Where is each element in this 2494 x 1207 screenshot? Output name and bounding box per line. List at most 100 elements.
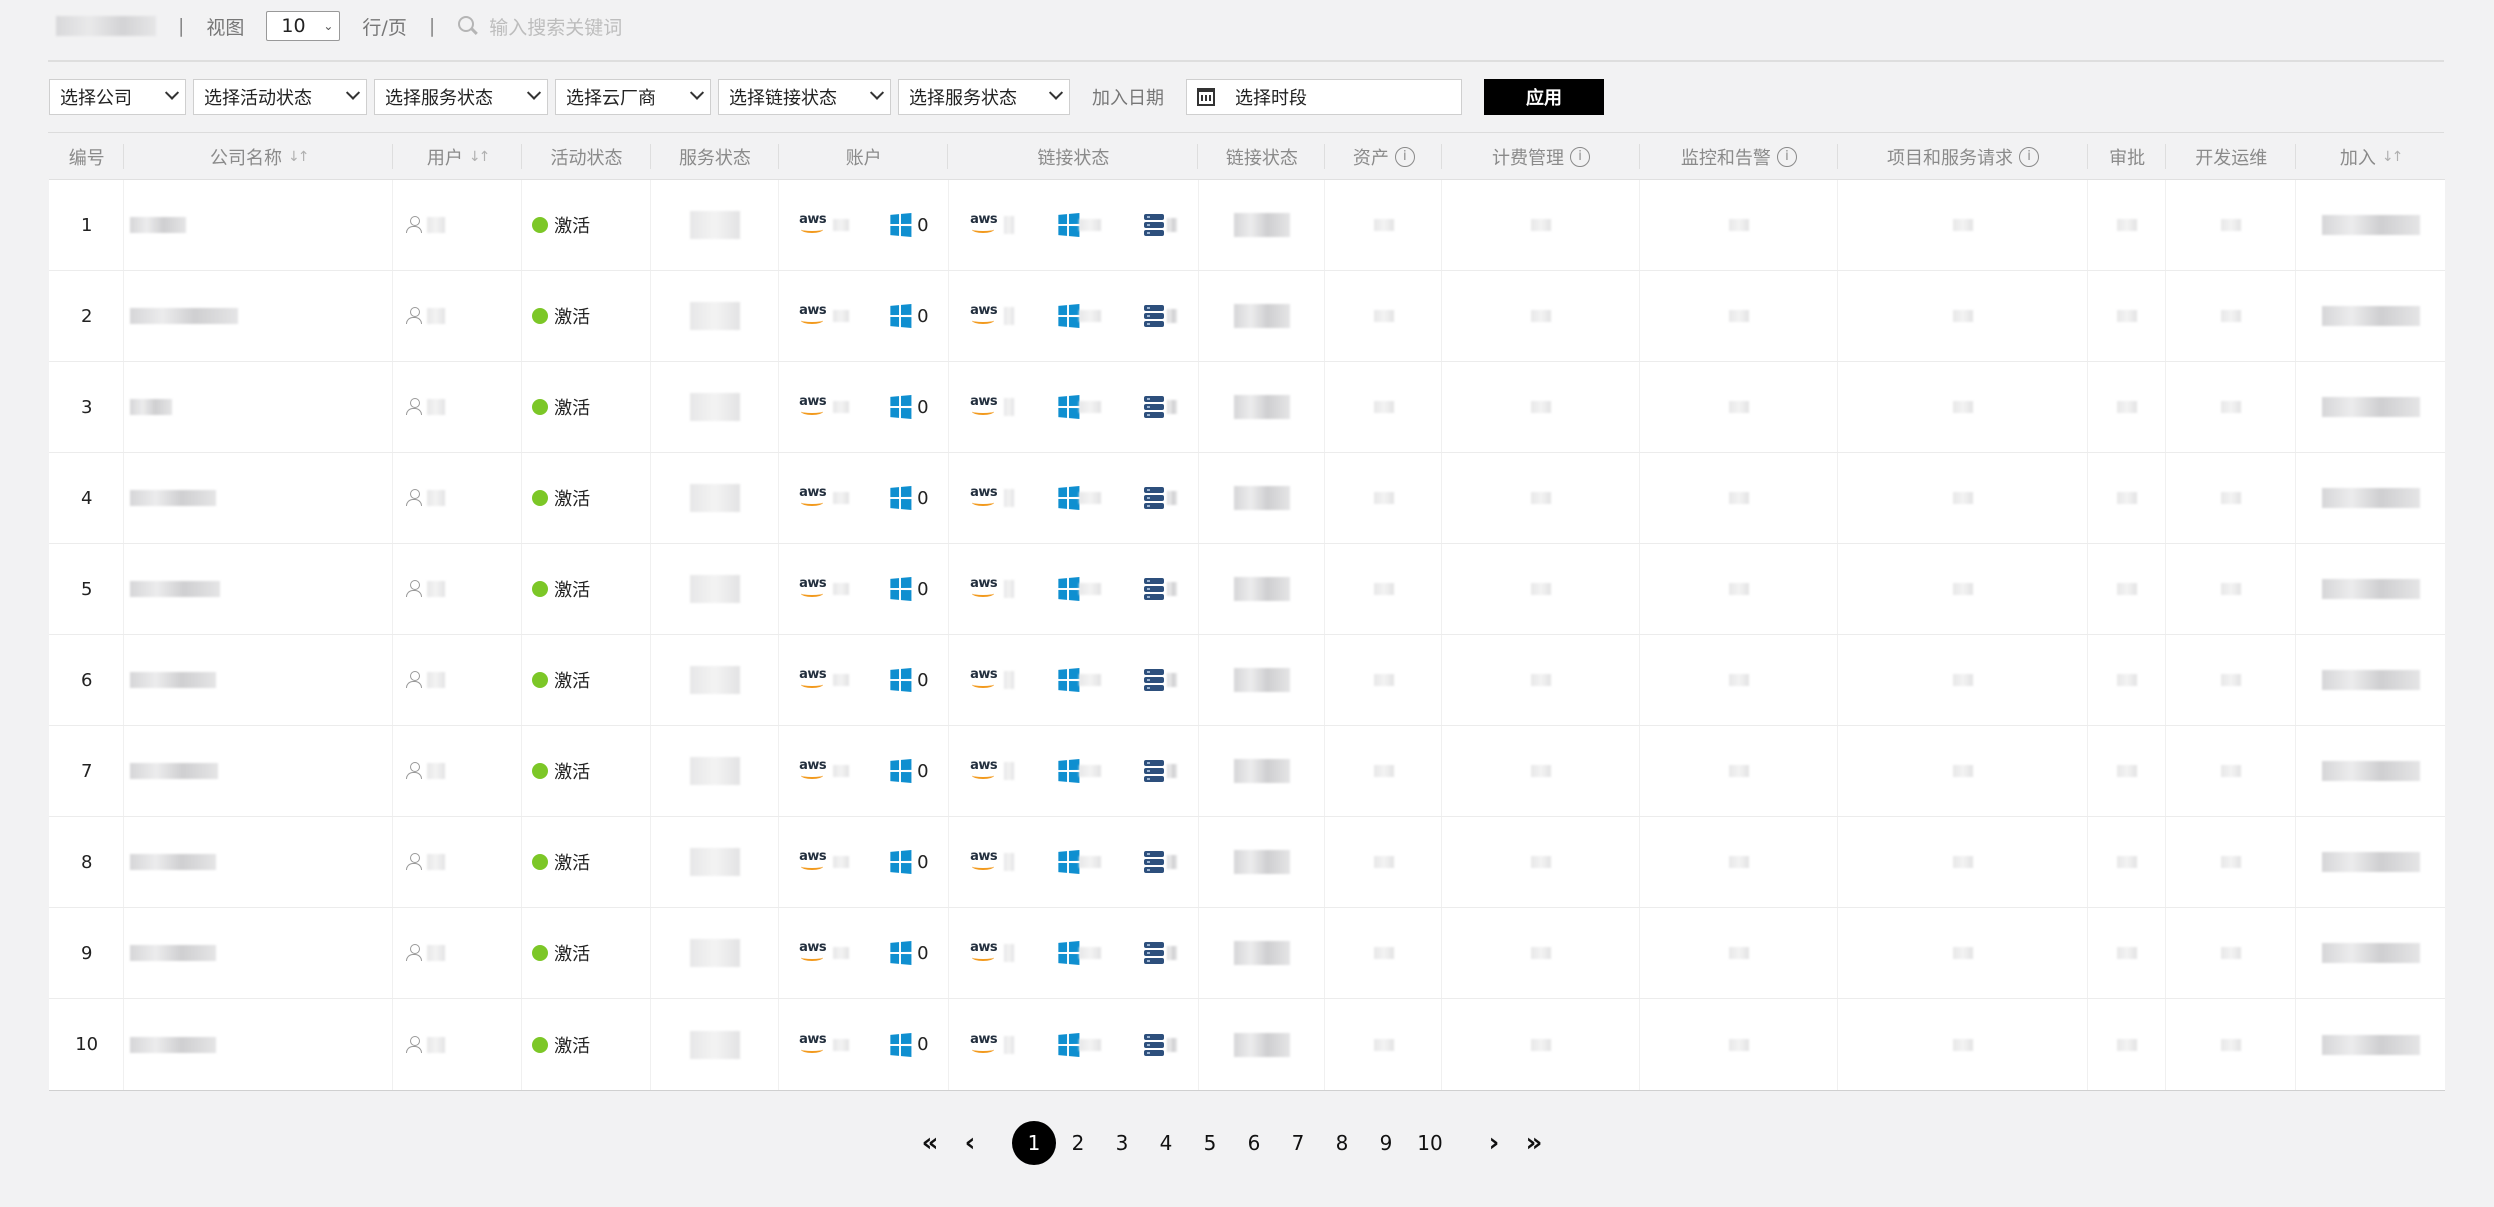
company-name-cell[interactable] [124, 999, 393, 1090]
link-status-2-redacted [1233, 941, 1290, 965]
sort-icon[interactable]: ↓↑ [469, 149, 491, 165]
activity-status-filter[interactable]: 选择活动状态 [193, 79, 367, 115]
page-number-1[interactable]: 1 [1012, 1121, 1056, 1165]
header-service: 服务状态 [651, 134, 779, 179]
company-name-cell[interactable] [124, 453, 393, 543]
activity-status-cell: 激活 [522, 453, 652, 543]
assets-cell [1325, 726, 1443, 816]
azure-link [1057, 940, 1102, 966]
azure-link [1057, 212, 1102, 238]
info-icon[interactable]: i [1394, 146, 1415, 167]
header-user[interactable]: 用户 ↓↑ [393, 134, 522, 179]
joined-date-cell [2296, 999, 2445, 1090]
rows-per-page-suffix: 行/页 [362, 16, 407, 39]
devops-redacted [2221, 1038, 2242, 1051]
company-filter[interactable]: 选择公司 [49, 79, 186, 115]
joined-date-cell [2296, 362, 2445, 452]
sort-icon[interactable]: ↓↑ [288, 149, 310, 165]
header-company[interactable]: 公司名称 ↓↑ [124, 134, 393, 179]
assets-cell [1325, 999, 1443, 1090]
page-number-9[interactable]: 9 [1364, 1121, 1408, 1165]
page-number-3[interactable]: 3 [1100, 1121, 1144, 1165]
rows-per-page-select[interactable]: 10 ⌄ [266, 11, 341, 41]
page-number-4[interactable]: 4 [1144, 1121, 1188, 1165]
link-status-2-cell [1199, 544, 1326, 634]
table-row[interactable]: 3 激活 aws 0 aws [49, 362, 2445, 453]
link-status-filter[interactable]: 选择链接状态 [718, 79, 891, 115]
company-table: 编号 公司名称 ↓↑ 用户 ↓↑ 活动状态 服务状态 账户 链接状态 链接状态 资产… [49, 134, 2445, 1092]
page-number-6[interactable]: 6 [1232, 1121, 1276, 1165]
approval-cell [2088, 362, 2167, 452]
header-approval-label: 审批 [2109, 147, 2146, 169]
service-status-redacted [690, 666, 741, 694]
table-row[interactable]: 7 激活 aws 0 aws [49, 726, 2445, 817]
company-name-cell[interactable] [124, 544, 393, 634]
page-number-5[interactable]: 5 [1188, 1121, 1232, 1165]
table-row[interactable]: 4 激活 aws 0 aws [49, 453, 2445, 544]
page-number-8[interactable]: 8 [1320, 1121, 1364, 1165]
activity-status-cell: 激活 [522, 362, 652, 452]
table-row[interactable]: 5 激活 aws 0 aws [49, 544, 2445, 635]
first-page-icon[interactable]: « [910, 1123, 950, 1163]
azure-account-count: 0 [917, 669, 929, 691]
account-cell: aws 0 [779, 362, 949, 452]
company-name-redacted [130, 945, 217, 961]
service-status-redacted [690, 1030, 741, 1059]
service-status-filter[interactable]: 选择服务状态 [374, 79, 548, 115]
company-name-cell[interactable] [124, 817, 393, 907]
company-name-cell[interactable] [124, 635, 393, 725]
row-number-cell: 5 [49, 544, 125, 634]
date-range-picker[interactable]: 选择时段 [1186, 79, 1462, 115]
user-count-redacted [427, 763, 446, 779]
aws-account: aws [799, 212, 850, 236]
row-number-cell: 4 [49, 453, 125, 543]
company-name-cell[interactable] [124, 362, 393, 452]
joined-date-cell [2296, 180, 2445, 270]
table-row[interactable]: 9 激活 aws 0 aws [49, 908, 2445, 999]
row-number-cell: 6 [49, 635, 125, 725]
page-number-10[interactable]: 10 [1408, 1121, 1452, 1165]
table-row[interactable]: 2 激活 aws 0 aws [49, 271, 2445, 362]
approval-cell [2088, 544, 2167, 634]
azure-account-count: 0 [917, 851, 929, 873]
company-name-cell[interactable] [124, 271, 393, 361]
page-number-7[interactable]: 7 [1276, 1121, 1320, 1165]
projects-redacted [1953, 1038, 1974, 1051]
search-box[interactable]: 输入搜索关键词 [457, 13, 622, 40]
azure-account-count: 0 [917, 396, 929, 418]
header-projects: 项目和服务请求 i [1838, 134, 2088, 179]
link-status-2-cell [1199, 362, 1326, 452]
info-icon[interactable]: i [1570, 146, 1591, 167]
apply-button[interactable]: 应用 [1484, 79, 1604, 115]
header-link-status-2-label: 链接状态 [1225, 147, 1298, 169]
windows-logo-icon [890, 485, 912, 511]
table-row[interactable]: 1 激活 aws 0 aws [49, 180, 2445, 271]
service-status-redacted [690, 211, 741, 239]
next-page-icon[interactable]: › [1474, 1123, 1514, 1163]
prev-page-icon[interactable]: ‹ [950, 1123, 990, 1163]
header-joined[interactable]: 加入 ↓↑ [2296, 134, 2445, 179]
activity-status-cell: 激活 [522, 544, 652, 634]
windows-logo-icon [1058, 940, 1080, 966]
user-count-redacted [427, 854, 446, 870]
last-page-icon[interactable]: » [1514, 1123, 1554, 1163]
info-icon[interactable]: i [2019, 146, 2039, 167]
info-icon[interactable]: i [1776, 146, 1797, 167]
company-name-cell[interactable] [124, 180, 393, 270]
table-row[interactable]: 8 激活 aws 0 aws [49, 817, 2445, 908]
aws-link-redacted [1004, 853, 1015, 871]
page-number-2[interactable]: 2 [1056, 1121, 1100, 1165]
sort-icon[interactable]: ↓↑ [2382, 149, 2404, 165]
link-status-2-redacted [1233, 304, 1290, 328]
company-name-cell[interactable] [124, 908, 393, 998]
company-name-cell[interactable] [124, 726, 393, 816]
search-input[interactable]: 输入搜索关键词 [489, 13, 622, 40]
cloud-vendor-filter[interactable]: 选择云厂商 [555, 79, 711, 115]
table-row[interactable]: 6 激活 aws 0 aws [49, 635, 2445, 726]
assets-redacted [1373, 492, 1394, 504]
chevron-down-icon [689, 85, 705, 100]
table-row[interactable]: 10 激活 aws 0 aws [49, 999, 2445, 1090]
devops-cell [2166, 180, 2297, 270]
service-status-filter-2[interactable]: 选择服务状态 [898, 79, 1070, 115]
approval-cell [2088, 908, 2167, 998]
